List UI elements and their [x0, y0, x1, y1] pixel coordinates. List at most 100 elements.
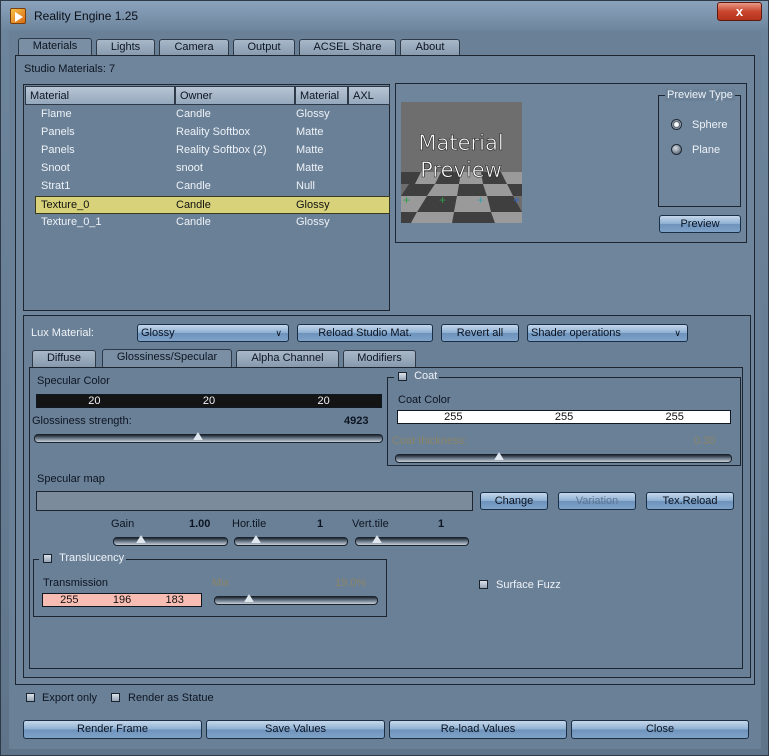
coat-header: Coat [394, 370, 440, 382]
table-row[interactable]: Flame Candle Glossy [25, 106, 390, 124]
shader-operations-dropdown[interactable]: Shader operations ∨ [527, 324, 688, 342]
coat-thickness-slider[interactable] [395, 452, 732, 463]
transmission-color-field[interactable]: 255 196 183 [42, 593, 202, 607]
tab-alpha-channel[interactable]: Alpha Channel [236, 350, 339, 367]
vert-tile-slider[interactable] [355, 535, 469, 546]
hor-tile-slider[interactable] [234, 535, 348, 546]
specular-color-label: Specular Color [37, 375, 110, 387]
blue-cross-marker: + [513, 193, 520, 207]
coat-checkbox[interactable] [398, 371, 407, 381]
tex-reload-button[interactable]: Tex.Reload [646, 492, 734, 510]
glossiness-strength-value: 4923 [344, 415, 369, 427]
table-row[interactable]: Panels Reality Softbox (2) Matte [25, 142, 390, 160]
material-type-cell: Glossy [296, 216, 330, 228]
tab-diffuse[interactable]: Diffuse [32, 350, 96, 367]
owner-cell: Candle [176, 216, 211, 228]
specular-map-path-field[interactable] [36, 491, 473, 511]
mix-slider[interactable] [214, 594, 378, 605]
export-only-checkbox[interactable] [26, 693, 35, 702]
blue-value: 183 [165, 594, 184, 606]
green-value: 196 [112, 594, 132, 606]
gain-slider[interactable] [113, 535, 228, 546]
tab-glossiness-specular[interactable]: Glossiness/Specular [102, 349, 232, 368]
preview-text-line1: Material [418, 131, 503, 155]
preview-button[interactable]: Preview [659, 215, 741, 233]
slider-thumb[interactable] [136, 535, 146, 543]
column-header-material[interactable]: Material [25, 86, 175, 105]
save-values-button[interactable]: Save Values [206, 720, 385, 739]
tab-modifiers[interactable]: Modifiers [343, 350, 416, 367]
coat-thickness-value: 0.30 [694, 435, 716, 447]
reload-values-button[interactable]: Re-load Values [389, 720, 567, 739]
tab-output[interactable]: Output [233, 39, 295, 56]
tab-lights[interactable]: Lights [96, 39, 155, 56]
owner-cell: Reality Softbox (2) [176, 144, 267, 156]
material-name-cell: Texture_0 [41, 199, 90, 211]
column-header-axl[interactable]: AXL [348, 86, 390, 105]
coat-color-field[interactable]: 255 255 255 [397, 410, 731, 424]
hor-tile-value: 1 [317, 518, 324, 530]
sphere-radio[interactable] [671, 119, 682, 130]
glossiness-strength-label: Glossiness strength: [32, 415, 132, 427]
table-row[interactable]: Panels Reality Softbox Matte [25, 124, 390, 142]
slider-thumb[interactable] [372, 535, 382, 543]
lux-material-dropdown[interactable]: Glossy ∨ [137, 324, 289, 342]
reload-studio-mat-button[interactable]: Reload Studio Mat. [297, 324, 433, 342]
slider-thumb[interactable] [494, 452, 504, 460]
render-frame-button[interactable]: Render Frame [23, 720, 202, 739]
hor-tile-label: Hor.tile [232, 518, 267, 530]
material-type-cell: Glossy [296, 108, 330, 120]
material-type-cell: Null [296, 180, 315, 192]
table-row-selected[interactable]: Texture_0 Candle Glossy [35, 196, 390, 214]
glossiness-strength-slider[interactable] [34, 432, 383, 443]
table-row[interactable]: Strat1 Candle Null [25, 178, 390, 196]
window-title: Reality Engine 1.25 [34, 9, 139, 23]
gain-value: 1.00 [189, 518, 211, 530]
render-as-statue-checkbox[interactable] [111, 693, 120, 702]
studio-materials-count: Studio Materials: 7 [24, 63, 116, 75]
gain-label: Gain [111, 518, 135, 530]
translucency-checkbox[interactable] [43, 553, 52, 563]
coat-color-label: Coat Color [398, 394, 451, 406]
revert-all-button[interactable]: Revert all [441, 324, 519, 342]
plane-radio[interactable] [671, 144, 682, 155]
table-header: Material Owner Material AXL [25, 86, 390, 105]
tab-camera[interactable]: Camera [159, 39, 229, 56]
close-button[interactable]: Close [571, 720, 749, 739]
materials-table: Material Owner Material AXL Flame Candle… [23, 84, 390, 311]
chevron-down-icon: ∨ [275, 328, 282, 338]
material-preview-image: Material Preview + + + + [401, 102, 522, 223]
owner-cell: Candle [176, 199, 211, 211]
mix-value: 19.0% [335, 577, 367, 589]
tab-acsel-share[interactable]: ACSEL Share [299, 39, 396, 56]
close-window-button[interactable]: x [717, 2, 762, 21]
owner-cell: Candle [176, 108, 211, 120]
surface-fuzz-checkbox[interactable] [479, 580, 488, 589]
translucency-title: Translucency [59, 552, 125, 564]
mix-label: Mix [212, 577, 230, 589]
material-type-cell: Matte [296, 162, 324, 174]
change-texture-button[interactable]: Change [480, 492, 548, 510]
column-header-owner[interactable]: Owner [175, 86, 295, 105]
variation-button[interactable]: Variation [558, 492, 636, 510]
slider-thumb[interactable] [193, 432, 203, 440]
specular-color-field[interactable]: 20 20 20 [36, 394, 382, 408]
coat-thickness-label: Coat thickness: [392, 435, 468, 447]
specular-map-label: Specular map [37, 473, 105, 485]
tab-about[interactable]: About [400, 39, 460, 56]
transmission-label: Transmission [43, 577, 108, 589]
export-only-label: Export only [42, 692, 98, 704]
red-value: 20 [88, 395, 101, 407]
table-row[interactable]: Snoot snoot Matte [25, 160, 390, 178]
table-row[interactable]: Texture_0_1 Candle Glossy [25, 214, 390, 232]
material-name-cell: Texture_0_1 [41, 216, 102, 228]
slider-thumb[interactable] [244, 594, 254, 602]
green-value: 255 [554, 411, 574, 423]
coat-title: Coat [414, 370, 438, 382]
material-name-cell: Flame [41, 108, 72, 120]
green-value: 20 [202, 395, 216, 407]
column-header-material-type[interactable]: Material [295, 86, 348, 105]
blue-value: 255 [665, 411, 684, 423]
slider-thumb[interactable] [251, 535, 261, 543]
render-as-statue-label: Render as Statue [128, 692, 214, 704]
